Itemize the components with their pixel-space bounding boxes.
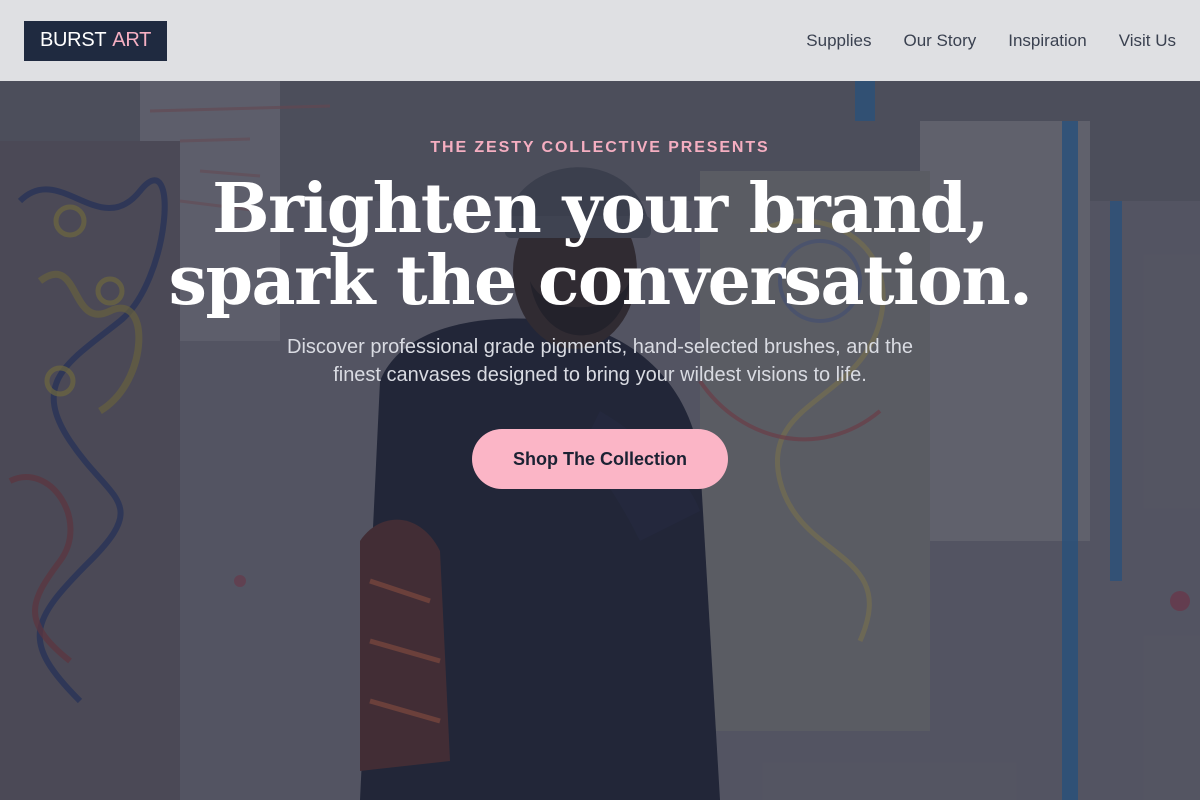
site-header: BURST ART Supplies Our Story Inspiration… [0,0,1200,81]
hero-headline-line-2: spark the conversation. [168,241,1033,321]
brand-logo-word-1: BURST [40,29,107,51]
brand-logo-word-2: ART [112,29,152,51]
brand-logo[interactable]: BURST ART [24,20,168,61]
hero-headline-line-1: Brighten your brand, [212,169,989,249]
hero-description: Discover professional grade pigments, ha… [250,333,950,389]
hero-description-line-2: finest canvases designed to bring your w… [333,364,867,386]
nav-link-inspiration[interactable]: Inspiration [1008,31,1086,51]
hero-eyebrow: THE ZESTY COLLECTIVE PRESENTS [430,139,770,156]
hero-headline: Brighten your brand, spark the conversat… [168,169,1033,321]
hero-content: THE ZESTY COLLECTIVE PRESENTS Brighten y… [0,81,1200,489]
nav-link-supplies[interactable]: Supplies [806,31,871,51]
hero-description-line-1: Discover professional grade pigments, ha… [287,336,913,358]
landing-page: BURST ART Supplies Our Story Inspiration… [0,0,1200,800]
main-nav: Supplies Our Story Inspiration Visit Us [806,31,1176,51]
nav-link-our-story[interactable]: Our Story [904,31,977,51]
nav-link-visit-us[interactable]: Visit Us [1119,31,1176,51]
shop-collection-button[interactable]: Shop The Collection [472,429,728,489]
